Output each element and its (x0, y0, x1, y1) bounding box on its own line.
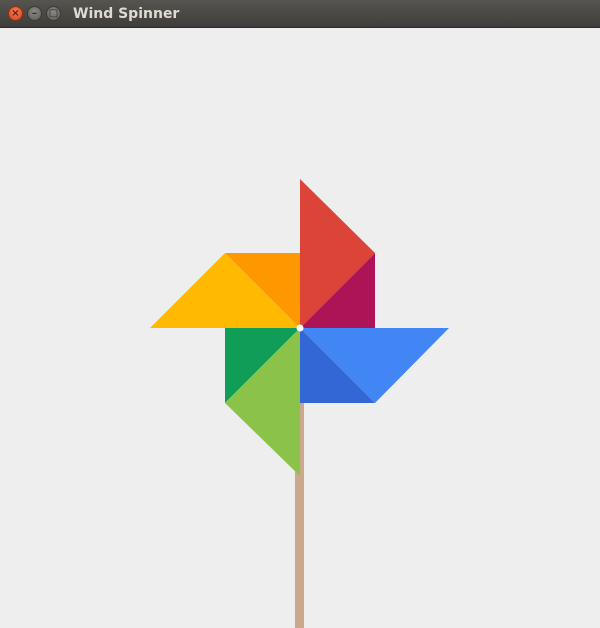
window-title: Wind Spinner (73, 6, 180, 22)
title-bar[interactable]: × – □ Wind Spinner (0, 0, 600, 28)
close-button[interactable]: × (8, 6, 23, 21)
yellow-blade (150, 253, 300, 328)
app-window: × – □ Wind Spinner (0, 0, 600, 628)
minimize-icon: – (32, 8, 37, 19)
red-blade (300, 179, 375, 328)
blue-blade (300, 328, 449, 403)
center-pin (296, 324, 304, 332)
maximize-icon: □ (48, 8, 59, 19)
close-icon: × (11, 8, 20, 19)
maximize-button[interactable]: □ (46, 6, 61, 21)
canvas-area (0, 28, 600, 628)
pinwheel-canvas (150, 179, 449, 628)
minimize-button[interactable]: – (27, 6, 42, 21)
green-blade (225, 328, 300, 476)
